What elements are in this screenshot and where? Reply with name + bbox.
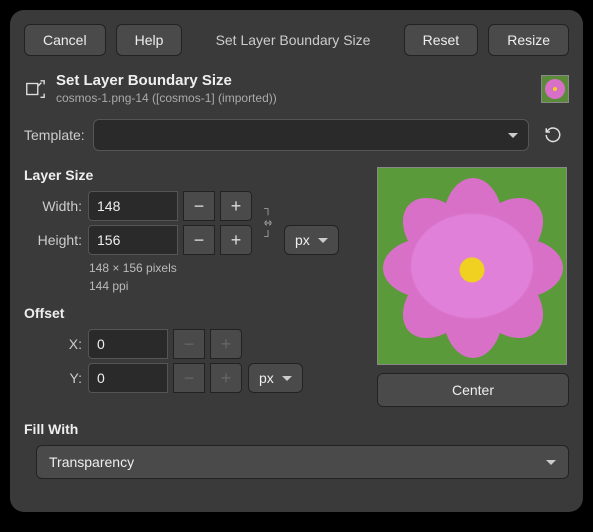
width-label: Width:	[36, 198, 82, 214]
template-row: Template:	[24, 119, 569, 151]
size-unit-value: px	[295, 232, 310, 248]
height-input[interactable]	[88, 225, 178, 255]
size-unit-select[interactable]: px	[284, 225, 339, 255]
center-button[interactable]: Center	[377, 373, 569, 407]
fill-with-value: Transparency	[49, 454, 134, 470]
fill-with-select[interactable]: Transparency	[36, 445, 569, 479]
offset-y-label: Y:	[36, 370, 82, 386]
chevron-down-icon	[282, 376, 292, 381]
header-subtitle: cosmos-1.png-14 ([cosmos-1] (imported))	[56, 91, 531, 105]
template-label: Template:	[24, 127, 85, 143]
offset-x-input[interactable]	[88, 329, 168, 359]
help-button[interactable]: Help	[116, 24, 183, 56]
height-label: Height:	[36, 232, 82, 248]
fill-with-title: Fill With	[24, 421, 569, 437]
header-title: Set Layer Boundary Size	[56, 72, 531, 89]
cancel-button[interactable]: Cancel	[24, 24, 106, 56]
offset-x-row: X: − +	[24, 329, 367, 359]
layer-size-title: Layer Size	[24, 167, 367, 183]
chevron-down-icon	[508, 133, 518, 138]
offset-y-increment: +	[210, 363, 242, 393]
offset-unit-select[interactable]: px	[248, 363, 303, 393]
width-increment[interactable]: +	[220, 191, 252, 221]
dialog-window: Cancel Help Set Layer Boundary Size Rese…	[10, 10, 583, 512]
layer-thumbnail	[541, 75, 569, 103]
offset-x-label: X:	[36, 336, 82, 352]
dialog-title: Set Layer Boundary Size	[192, 32, 393, 48]
width-input[interactable]	[88, 191, 178, 221]
layer-preview[interactable]	[377, 167, 567, 365]
pixel-dims-text: 148 × 156 pixels	[89, 259, 367, 277]
button-bar: Cancel Help Set Layer Boundary Size Rese…	[24, 24, 569, 56]
resize-layer-icon	[24, 78, 46, 100]
width-decrement[interactable]: −	[183, 191, 215, 221]
template-reset-button[interactable]	[537, 119, 569, 151]
height-row: Height: − + ┐ ┘ px	[24, 225, 367, 255]
template-select[interactable]	[93, 119, 529, 151]
offset-y-decrement: −	[173, 363, 205, 393]
rotate-ccw-icon	[544, 126, 562, 144]
height-decrement[interactable]: −	[183, 225, 215, 255]
width-row: Width: − +	[24, 191, 367, 221]
header-row: Set Layer Boundary Size cosmos-1.png-14 …	[24, 72, 569, 105]
header-text: Set Layer Boundary Size cosmos-1.png-14 …	[56, 72, 531, 105]
offset-x-increment: +	[210, 329, 242, 359]
chain-link-icon[interactable]: ┐ ┘	[258, 191, 278, 255]
chevron-down-icon	[318, 238, 328, 243]
offset-y-input[interactable]	[88, 363, 168, 393]
reset-button[interactable]: Reset	[404, 24, 479, 56]
offset-title: Offset	[24, 305, 367, 321]
resize-button[interactable]: Resize	[488, 24, 569, 56]
offset-unit-value: px	[259, 370, 274, 386]
ppi-text: 144 ppi	[89, 277, 367, 295]
offset-x-decrement: −	[173, 329, 205, 359]
height-increment[interactable]: +	[220, 225, 252, 255]
chevron-down-icon	[546, 460, 556, 465]
offset-y-row: Y: − + px	[24, 363, 367, 393]
dimension-info: 148 × 156 pixels 144 ppi	[89, 259, 367, 295]
